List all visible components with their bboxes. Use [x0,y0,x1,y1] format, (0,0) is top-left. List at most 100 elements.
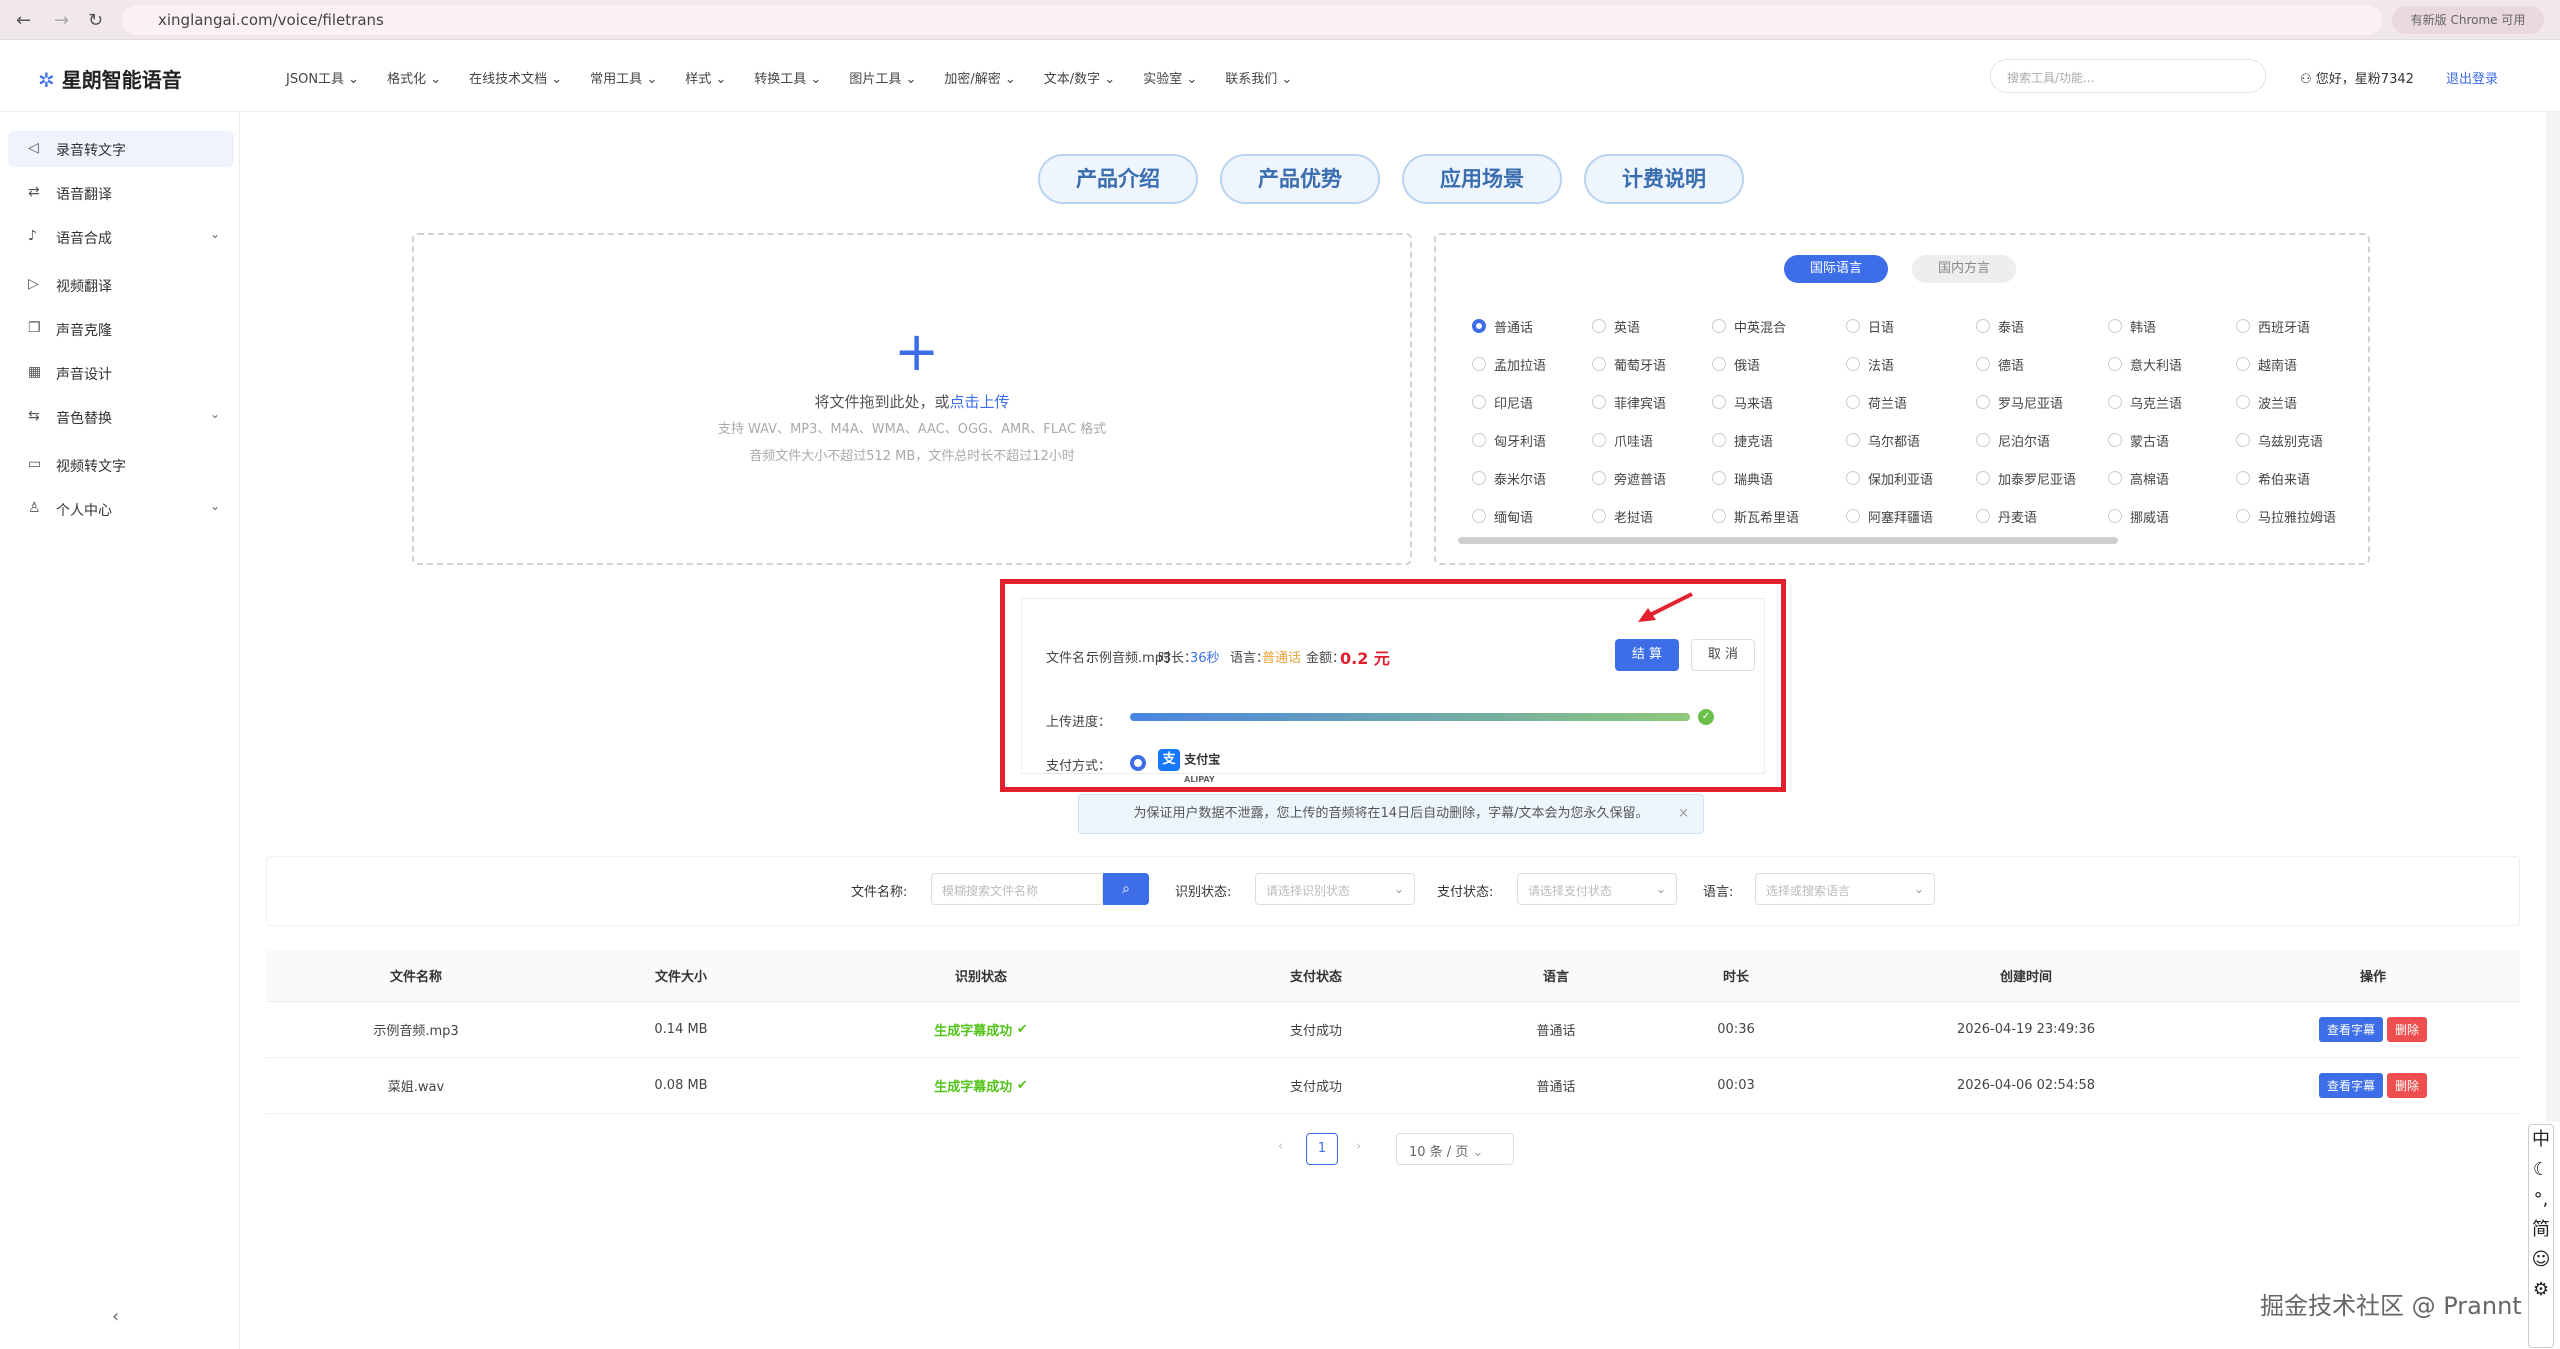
cancel-button[interactable]: 取 消 [1691,639,1755,671]
language-option[interactable]: 乌尔都语 [1846,431,1920,450]
sidebar-item-synthesis[interactable]: ♪ 语音合成 ⌄ [8,219,234,255]
menu-format[interactable]: 格式化 ⌄ [387,68,441,87]
language-option[interactable]: 印尼语 [1472,393,1533,412]
menu-image[interactable]: 图片工具 ⌄ [849,68,916,87]
close-icon[interactable]: × [1678,795,1689,833]
language-select[interactable]: 选择或搜索语言 ⌄ [1755,873,1935,905]
sidebar-item-voice-design[interactable]: ▦ 声音设计 [8,355,234,391]
language-option[interactable]: 保加利亚语 [1846,469,1933,488]
page-scrollbar[interactable] [2546,112,2560,1122]
language-option[interactable]: 旁遮普语 [1592,469,1666,488]
ime-toolbar[interactable]: 中 ☾ °, 简 ☺ ⚙ [2528,1124,2554,1348]
back-icon[interactable]: ← [16,10,31,31]
tab-dialects[interactable]: 国内方言 [1912,255,2016,283]
col-pay[interactable]: 支付状态 [1166,950,1466,1001]
menu-text[interactable]: 文本/数字 ⌄ [1044,68,1115,87]
language-option[interactable]: 乌兹别克语 [2236,431,2323,450]
upload-dropzone[interactable]: + 将文件拖到此处，或点击上传 支持 WAV、MP3、M4A、WMA、AAC、O… [412,233,1412,565]
logo[interactable]: ✲ 星朗智能语音 [38,64,182,93]
language-option[interactable]: 波兰语 [2236,393,2297,412]
language-option[interactable]: 泰语 [1976,317,2024,336]
menu-style[interactable]: 样式 ⌄ [685,68,726,87]
language-option[interactable]: 捷克语 [1712,431,1773,450]
tab-international[interactable]: 国际语言 [1784,255,1888,283]
col-size[interactable]: 文件大小 [566,950,796,1001]
moon-icon[interactable]: ☾ [2529,1155,2553,1185]
delete-button[interactable]: 删除 [2387,1073,2428,1098]
tab-intro[interactable]: 产品介绍 [1038,154,1198,204]
tool-search-input[interactable]: 搜索工具/功能... [1990,59,2266,93]
prev-page-icon[interactable]: ‹ [1278,1139,1283,1154]
pay-status-select[interactable]: 请选择支付状态 ⌄ [1517,873,1677,905]
language-option[interactable]: 缅甸语 [1472,507,1533,526]
settle-button[interactable]: 结 算 [1615,639,1679,671]
settings-icon[interactable]: ⚙ [2529,1275,2553,1305]
language-scrollbar[interactable] [1458,537,2118,544]
language-option[interactable]: 加泰罗尼亚语 [1976,469,2076,488]
language-option[interactable]: 乌克兰语 [2108,393,2182,412]
search-button[interactable]: ⌕ [1103,873,1149,905]
language-option[interactable]: 孟加拉语 [1472,355,1546,374]
ime-mode[interactable]: 中 [2529,1125,2553,1155]
recog-status-select[interactable]: 请选择识别状态 ⌄ [1255,873,1415,905]
menu-common[interactable]: 常用工具 ⌄ [590,68,657,87]
logout-link[interactable]: 退出登录 [2446,68,2498,87]
language-option[interactable]: 阿塞拜疆语 [1846,507,1933,526]
tab-pricing[interactable]: 计费说明 [1584,154,1744,204]
language-option[interactable]: 荷兰语 [1846,393,1907,412]
language-option[interactable]: 西班牙语 [2236,317,2310,336]
tab-advantage[interactable]: 产品优势 [1220,154,1380,204]
language-option[interactable]: 老挝语 [1592,507,1653,526]
view-subtitles-button[interactable]: 查看字幕 [2318,1017,2383,1042]
language-option[interactable]: 罗马尼亚语 [1976,393,2063,412]
language-option[interactable]: 蒙古语 [2108,431,2169,450]
punctuation-icon[interactable]: °, [2529,1185,2553,1215]
language-option[interactable]: 法语 [1846,355,1894,374]
language-option[interactable]: 越南语 [2236,355,2297,374]
collapse-sidebar-icon[interactable]: ‹ [112,1306,119,1327]
new-chrome-button[interactable]: 有新版 Chrome 可用 [2392,6,2544,34]
language-option[interactable]: 英语 [1592,317,1640,336]
sidebar-item-voice-clone[interactable]: ❐ 声音克隆 [8,311,234,347]
col-lang[interactable]: 语言 [1466,950,1646,1001]
click-upload-link[interactable]: 点击上传 [950,393,1010,411]
menu-convert[interactable]: 转换工具 ⌄ [754,68,821,87]
language-option[interactable]: 匈牙利语 [1472,431,1546,450]
language-option[interactable]: 中英混合 [1712,317,1786,336]
language-option[interactable]: 意大利语 [2108,355,2182,374]
next-page-icon[interactable]: › [1356,1139,1361,1154]
language-option[interactable]: 普通话 [1472,317,1533,336]
menu-contact[interactable]: 联系我们 ⌄ [1225,68,1292,87]
reload-icon[interactable]: ↻ [88,10,103,31]
sidebar-item-transcribe[interactable]: ◁ 录音转文字 [8,131,234,167]
language-option[interactable]: 马来语 [1712,393,1773,412]
alipay-radio[interactable] [1130,755,1146,771]
address-bar[interactable]: xinglangai.com/voice/filetrans [122,5,2382,35]
language-option[interactable]: 俄语 [1712,355,1760,374]
ime-simplified[interactable]: 简 [2529,1215,2553,1245]
filename-search-input[interactable]: 模糊搜索文件名称 [931,873,1103,905]
language-option[interactable]: 德语 [1976,355,2024,374]
sidebar-item-video-translate[interactable]: ▷ 视频翻译 [8,267,234,303]
page-size-select[interactable]: 10 条 / 页 ⌄ [1396,1133,1514,1165]
language-option[interactable]: 尼泊尔语 [1976,431,2050,450]
emoji-icon[interactable]: ☺ [2529,1245,2553,1275]
language-option[interactable]: 希伯来语 [2236,469,2310,488]
col-filename[interactable]: 文件名称 [266,950,566,1001]
language-option[interactable]: 挪威语 [2108,507,2169,526]
menu-json[interactable]: JSON工具 ⌄ [286,68,359,87]
language-option[interactable]: 菲律宾语 [1592,393,1666,412]
language-option[interactable]: 韩语 [2108,317,2156,336]
language-option[interactable]: 爪哇语 [1592,431,1653,450]
language-option[interactable]: 丹麦语 [1976,507,2037,526]
sidebar-item-timbre[interactable]: ⇆ 音色替换 ⌄ [8,399,234,435]
language-option[interactable]: 高棉语 [2108,469,2169,488]
language-option[interactable]: 马拉雅拉姆语 [2236,507,2336,526]
col-recog[interactable]: 识别状态 [796,950,1166,1001]
sidebar-item-profile[interactable]: ♙ 个人中心 ⌄ [8,491,234,527]
menu-docs[interactable]: 在线技术文档 ⌄ [469,68,562,87]
language-option[interactable]: 葡萄牙语 [1592,355,1666,374]
page-button[interactable]: 1 [1306,1133,1338,1165]
tab-scenarios[interactable]: 应用场景 [1402,154,1562,204]
col-created[interactable]: 创建时间 [1826,950,2226,1001]
